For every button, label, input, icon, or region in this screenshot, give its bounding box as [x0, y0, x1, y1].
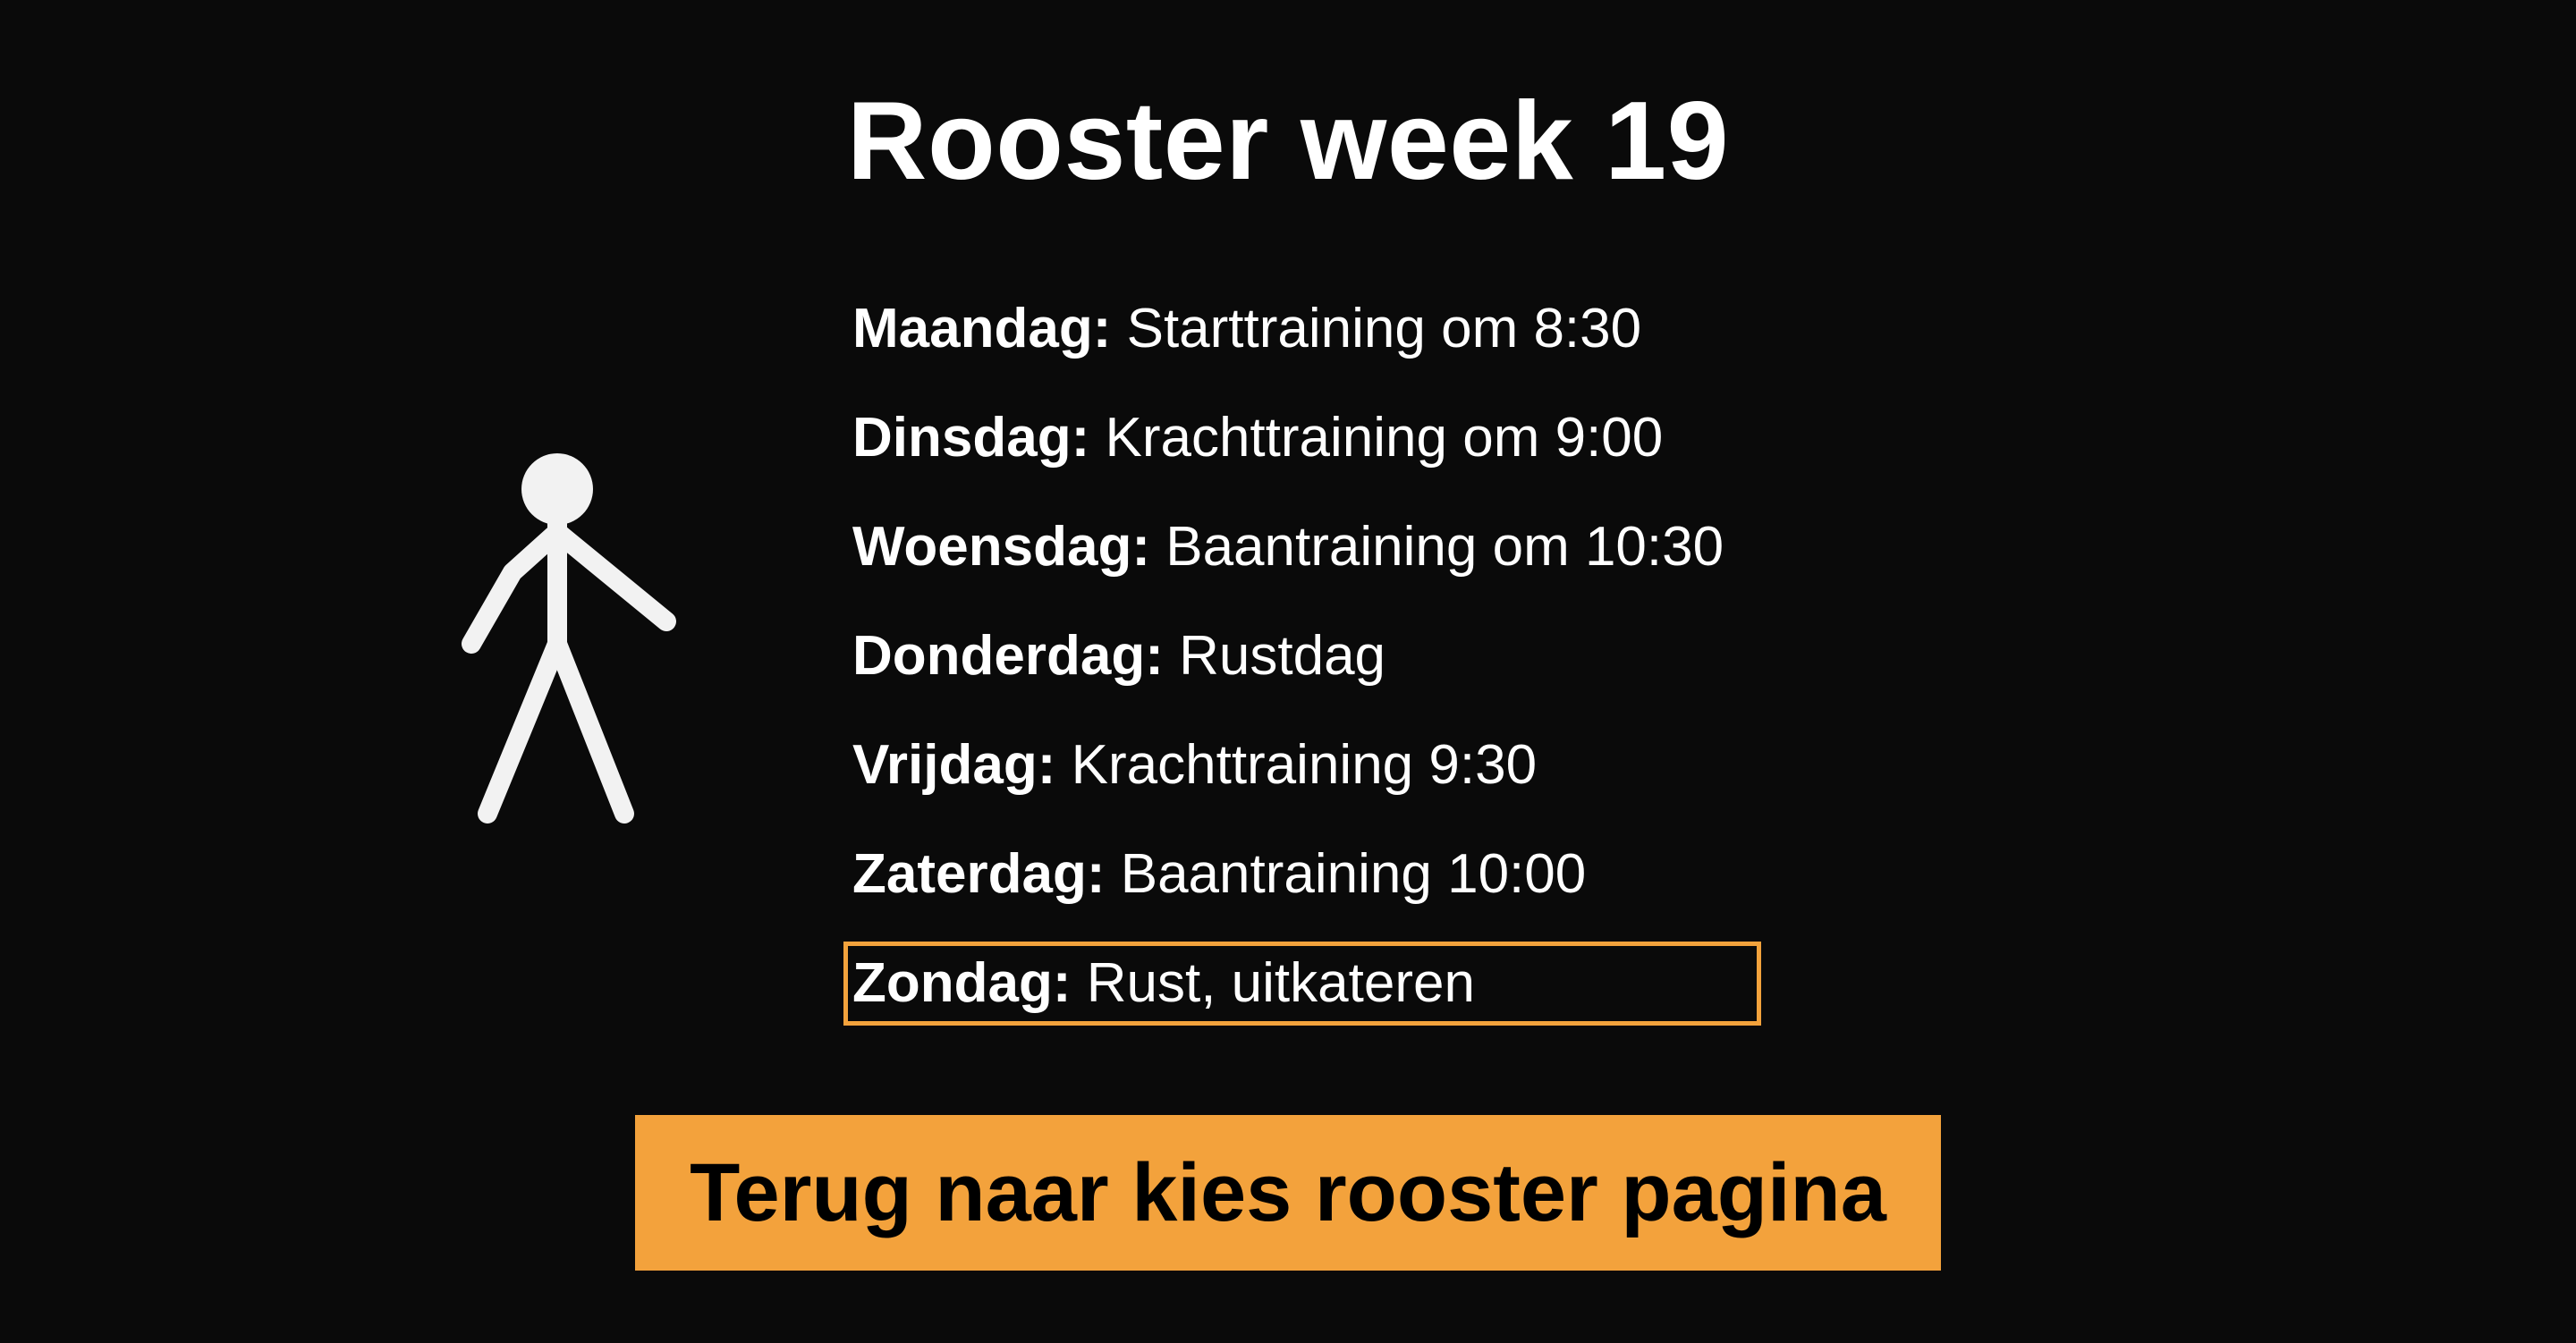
page-title: Rooster week 19	[846, 80, 1730, 203]
day-label: Woensdag:	[852, 516, 1150, 578]
schedule-item-donderdag: Donderdag: Rustdag	[852, 619, 1765, 694]
activity-text: Krachttraining 9:30	[1071, 734, 1538, 796]
activity-text: Baantraining om 10:30	[1165, 516, 1724, 578]
activity-text: Starttraining om 8:30	[1126, 298, 1642, 359]
back-to-schedule-selection-button[interactable]: Terug naar kies rooster pagina	[635, 1115, 1941, 1271]
schedule-item-maandag: Maandag: Starttraining om 8:30	[852, 291, 1765, 367]
day-label: Donderdag:	[852, 625, 1164, 687]
day-label: Zondag:	[852, 952, 1072, 1014]
stick-figure-icon	[452, 452, 684, 832]
activity-text: Rustdag	[1179, 625, 1386, 687]
day-label: Zaterdag:	[852, 843, 1106, 905]
day-label: Maandag:	[852, 298, 1112, 359]
schedule-list: Maandag: Starttraining om 8:30 Dinsdag: …	[843, 291, 1765, 1026]
schedule-item-dinsdag: Dinsdag: Krachttraining om 9:00	[852, 401, 1765, 476]
activity-text: Rust, uitkateren	[1086, 952, 1475, 1014]
schedule-item-woensdag: Woensdag: Baantraining om 10:30	[852, 510, 1765, 585]
activity-text: Krachttraining om 9:00	[1105, 407, 1664, 469]
activity-text: Baantraining 10:00	[1120, 843, 1587, 905]
schedule-item-vrijdag: Vrijdag: Krachttraining 9:30	[852, 728, 1765, 803]
day-label: Vrijdag:	[852, 734, 1056, 796]
schedule-item-zaterdag: Zaterdag: Baantraining 10:00	[852, 837, 1765, 912]
schedule-item-zondag[interactable]: Zondag: Rust, uitkateren	[843, 942, 1761, 1026]
day-label: Dinsdag:	[852, 407, 1090, 469]
